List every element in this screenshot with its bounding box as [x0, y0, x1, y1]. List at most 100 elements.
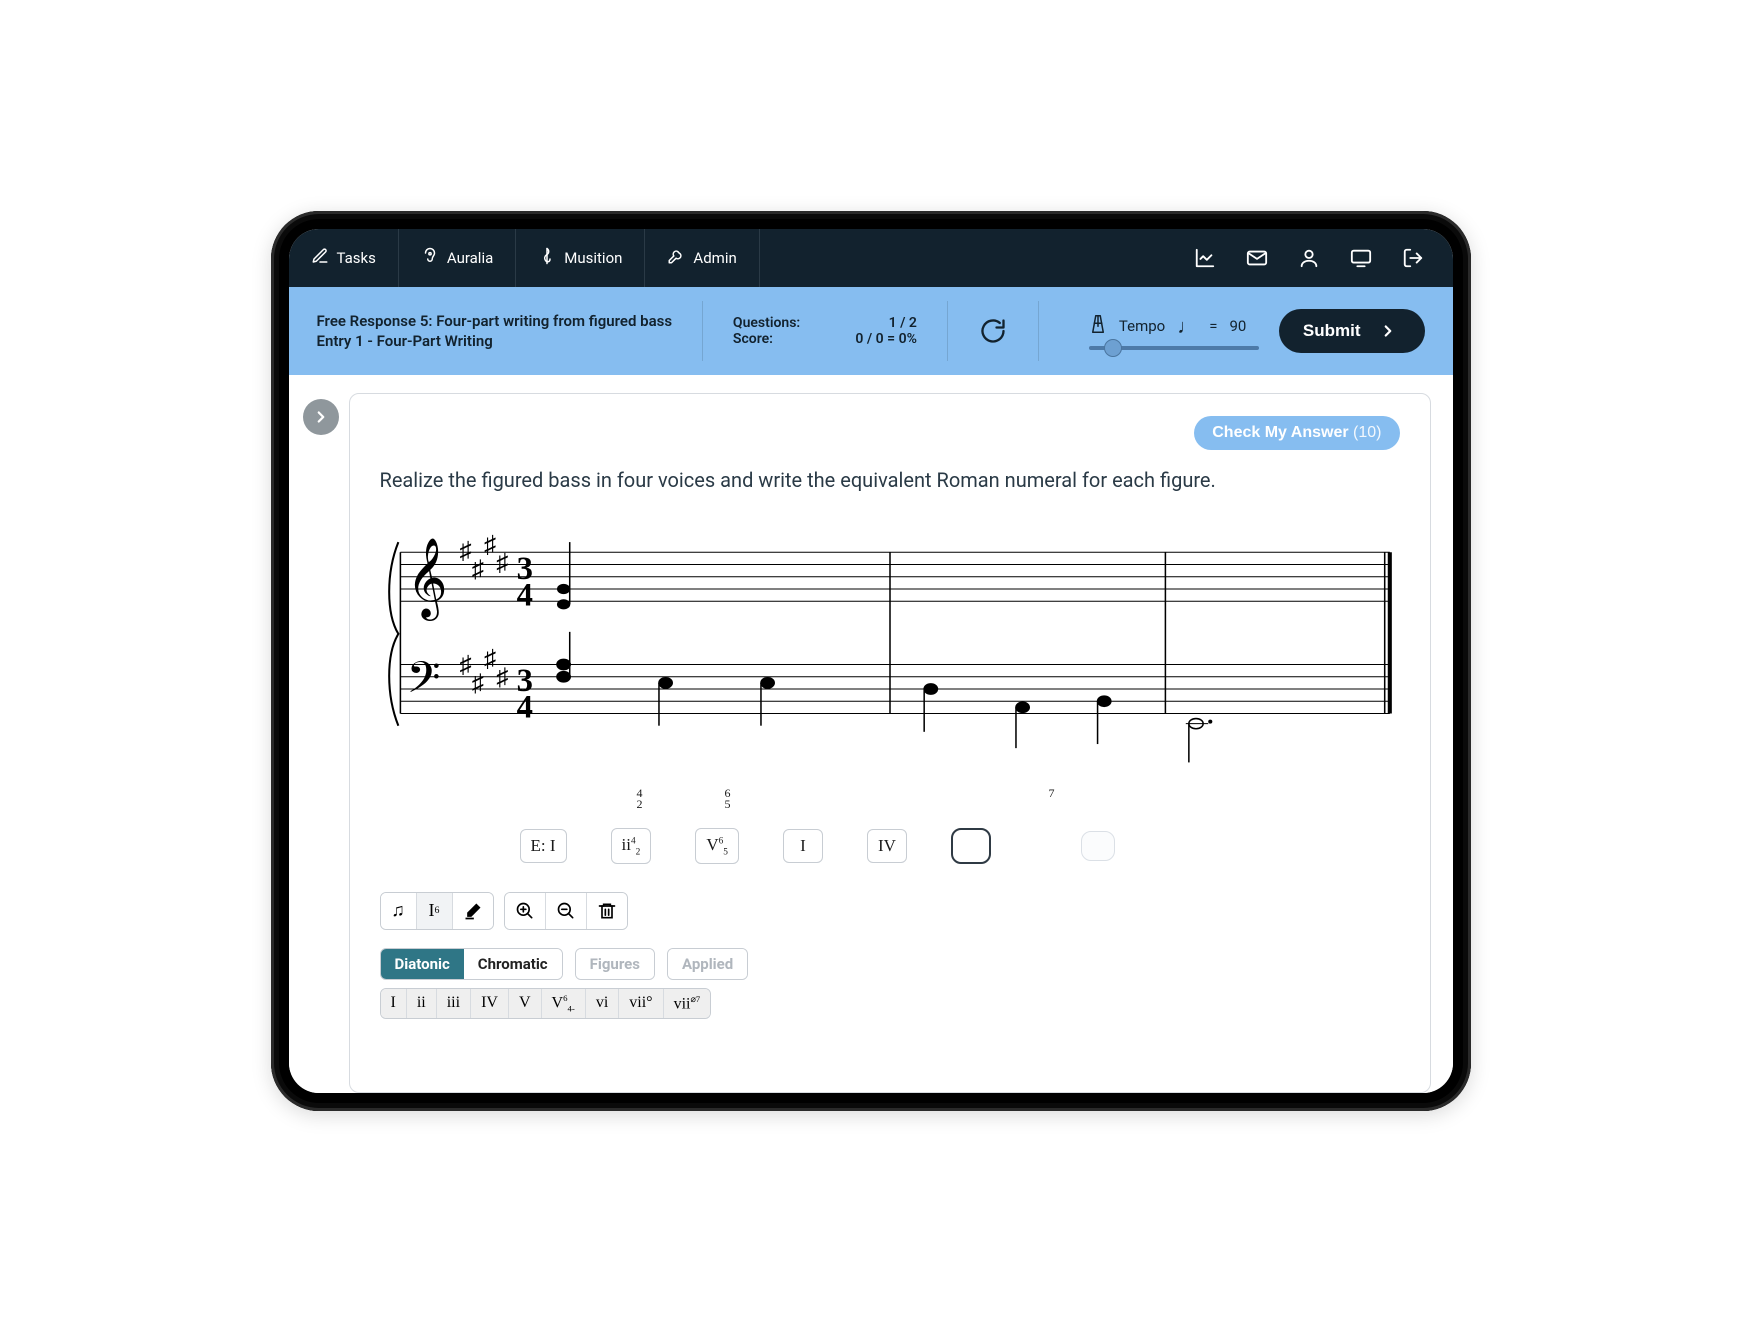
tool-note-entry[interactable]: ♫ [381, 893, 417, 929]
user-icon[interactable] [1297, 246, 1321, 270]
figured-bass-row: 42 65 7 [380, 788, 1400, 810]
reload-icon[interactable] [978, 313, 1008, 349]
exercise-card: Check My Answer (10) Realize the figured… [349, 393, 1431, 1093]
score-tools: ♫ I6 [380, 892, 1400, 930]
nav-right-icons [1165, 229, 1453, 287]
palette-viio7[interactable]: vii⌀7 [664, 989, 711, 1018]
seg-figures: Figures [576, 949, 654, 979]
palette-ii[interactable]: ii [407, 989, 437, 1018]
display-icon[interactable] [1349, 246, 1373, 270]
tool-trash[interactable] [587, 893, 627, 929]
palette-V[interactable]: V [509, 989, 542, 1018]
svg-text:𝄞: 𝄞 [406, 539, 447, 621]
figured-bass-5: 7 [1032, 788, 1072, 810]
content-area: Check My Answer (10) Realize the figured… [289, 375, 1453, 1093]
figured-bass-4 [884, 788, 924, 810]
nav-label: Admin [693, 249, 736, 267]
check-count: (10) [1353, 424, 1381, 441]
seg-diatonic[interactable]: Diatonic [381, 949, 464, 979]
mail-icon[interactable] [1245, 246, 1269, 270]
palette-viio[interactable]: vii° [619, 989, 663, 1018]
tempo-control: Tempo ♩ = 90 [1089, 312, 1259, 350]
tool-zoom-in[interactable] [505, 893, 546, 929]
svg-text:♯: ♯ [484, 531, 496, 558]
edit-icon [311, 247, 329, 269]
palette-I[interactable]: I [381, 989, 407, 1018]
palette-vi[interactable]: vi [586, 989, 619, 1018]
questions-label: Questions: [733, 315, 823, 331]
exercise-title-block: Free Response 5: Four-part writing from … [317, 310, 673, 352]
question-stats: Questions: 1 / 2 Score: 0 / 0 = 0% [733, 315, 917, 347]
tool-zoom-out[interactable] [546, 893, 587, 929]
divider [947, 301, 948, 361]
wrench-icon [667, 247, 685, 269]
check-answer-button[interactable]: Check My Answer (10) [1194, 416, 1399, 450]
tempo-equals: = [1209, 317, 1217, 335]
figured-bass-1: 42 [620, 788, 660, 810]
tempo-slider[interactable] [1089, 346, 1259, 350]
nav-tab-auralia[interactable]: Auralia [399, 229, 516, 287]
screen: Tasks Auralia Musition Admin [289, 229, 1453, 1093]
key-label: E: [531, 836, 546, 855]
figured-bass-2: 65 [708, 788, 748, 810]
treble-icon [538, 247, 556, 269]
prompt-text: Realize the figured bass in four voices … [380, 450, 1400, 514]
rn-cell-2[interactable]: V65 [695, 828, 739, 864]
check-label: Check My Answer [1212, 424, 1353, 441]
seg-chromatic[interactable]: Chromatic [464, 949, 562, 979]
submit-label: Submit [1303, 321, 1361, 341]
nav-label: Tasks [337, 249, 376, 267]
svg-text:♯: ♯ [496, 550, 508, 577]
rn-cell-1[interactable]: ii42 [611, 828, 652, 864]
device-frame: Tasks Auralia Musition Admin [271, 211, 1471, 1111]
rn-cell-6[interactable] [1081, 831, 1115, 861]
nav-tab-tasks[interactable]: Tasks [289, 229, 399, 287]
svg-text:♯: ♯ [471, 670, 483, 697]
rn-cell-5-active[interactable] [951, 828, 991, 864]
metronome-icon [1089, 312, 1107, 340]
palette-iii[interactable]: iii [437, 989, 471, 1018]
time-sig-bot: 4 [516, 577, 532, 613]
tempo-label: Tempo [1119, 317, 1165, 335]
svg-text:♯: ♯ [496, 664, 508, 691]
nav-tab-admin[interactable]: Admin [645, 229, 759, 287]
quarter-note-icon: ♩ [1177, 316, 1197, 336]
divider [1038, 301, 1039, 361]
exercise-title-1: Free Response 5: Four-part writing from … [317, 312, 673, 330]
nav-label: Musition [564, 249, 622, 267]
divider [702, 301, 703, 361]
expand-panel-button[interactable] [303, 399, 339, 435]
logout-icon[interactable] [1401, 246, 1425, 270]
nav-label: Auralia [447, 249, 493, 267]
nav-tab-musition[interactable]: Musition [516, 229, 645, 287]
rn-palette: I ii iii IV V V64- vi vii° vii⌀7 [380, 988, 712, 1019]
svg-text:♯: ♯ [471, 556, 483, 583]
music-score[interactable]: 𝄞 𝄢 ♯♯♯♯ ♯♯♯♯ 3 4 3 4 [380, 514, 1400, 764]
figured-bass-3 [796, 788, 836, 810]
svg-text:𝄢: 𝄢 [406, 655, 440, 713]
svg-text:♯: ♯ [484, 646, 496, 673]
first-rn: I [550, 836, 556, 855]
score-value: 0 / 0 = 0% [847, 331, 917, 347]
rn-cell-4[interactable]: IV [867, 829, 907, 863]
key-and-first-rn[interactable]: E: I [520, 829, 567, 863]
rn-cell-3[interactable]: I [783, 829, 823, 863]
ear-icon [421, 247, 439, 269]
tempo-value: 90 [1229, 317, 1246, 335]
palette-V64[interactable]: V64- [542, 989, 586, 1018]
palette-IV[interactable]: IV [471, 989, 509, 1018]
tool-rn-entry[interactable]: I6 [417, 893, 453, 929]
svg-text:♯: ♯ [459, 652, 471, 679]
submit-button[interactable]: Submit [1279, 309, 1425, 353]
seg-applied: Applied [668, 949, 747, 979]
tool-eraser[interactable] [453, 893, 493, 929]
svg-text:♯: ♯ [459, 537, 471, 564]
roman-numeral-answer-row: E: I ii42 V65 I IV [380, 828, 1400, 864]
exercise-title-2: Entry 1 - Four-Part Writing [317, 332, 673, 350]
info-bar: Free Response 5: Four-part writing from … [289, 287, 1453, 375]
top-nav: Tasks Auralia Musition Admin [289, 229, 1453, 287]
questions-value: 1 / 2 [847, 315, 917, 331]
graph-icon[interactable] [1193, 246, 1217, 270]
svg-text:4: 4 [516, 690, 532, 726]
palette-segments: Diatonic Chromatic Figures Applied [380, 948, 1400, 980]
